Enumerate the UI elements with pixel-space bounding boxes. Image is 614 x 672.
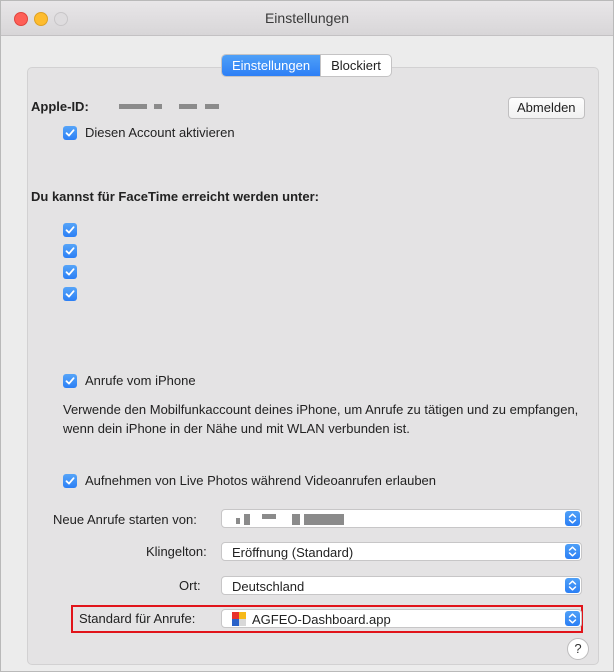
iphone-calls-label: Anrufe vom iPhone (85, 373, 196, 388)
checkmark-icon (65, 226, 75, 234)
chevron-up-down-icon (565, 511, 580, 526)
preferences-window: Einstellungen Einstellungen Blockiert Ap… (0, 0, 614, 672)
checkmark-icon (65, 129, 75, 137)
live-photos-label: Aufnehmen von Live Photos während Videoa… (85, 473, 437, 488)
iphone-calls-checkbox[interactable] (63, 374, 77, 388)
reachable-checkbox-4[interactable] (63, 287, 77, 301)
live-photos-checkbox[interactable] (63, 474, 77, 488)
tab-blockiert[interactable]: Blockiert (320, 55, 391, 76)
ringtone-value: Eröffnung (Standard) (232, 545, 354, 560)
enable-account-checkbox[interactable] (63, 126, 77, 140)
default-calls-label: Standard für Anrufe: (79, 611, 196, 626)
checkmark-icon (65, 268, 75, 276)
chevron-up-down-icon (565, 611, 580, 626)
enable-account-label: Diesen Account aktivieren (85, 125, 235, 140)
location-label: Ort: (179, 578, 201, 593)
start-calls-label: Neue Anrufe starten von: (53, 512, 197, 527)
start-calls-select[interactable] (221, 509, 582, 528)
agfeo-app-icon (232, 612, 246, 626)
location-value: Deutschland (232, 579, 305, 594)
ringtone-label: Klingelton: (146, 544, 207, 559)
reachable-checkbox-1[interactable] (63, 223, 77, 237)
reachable-checkbox-3[interactable] (63, 265, 77, 279)
title-bar: Einstellungen (1, 1, 613, 36)
checkmark-icon (65, 290, 75, 298)
chevron-up-down-icon (565, 544, 580, 559)
iphone-calls-description: Verwende den Mobilfunkaccount deines iPh… (63, 402, 579, 436)
reachable-checkbox-2[interactable] (63, 244, 77, 258)
reachable-heading: Du kannst für FaceTime erreicht werden u… (31, 189, 319, 204)
ringtone-select[interactable]: Eröffnung (Standard) (221, 542, 582, 561)
location-select[interactable]: Deutschland (221, 576, 582, 595)
chevron-up-down-icon (565, 578, 580, 593)
default-calls-value: AGFEO-Dashboard.app (252, 612, 391, 627)
tab-bar: Einstellungen Blockiert (221, 54, 392, 77)
default-calls-select[interactable]: AGFEO-Dashboard.app (221, 609, 582, 628)
window-title: Einstellungen (264, 10, 350, 26)
help-button[interactable]: ? (567, 638, 589, 660)
checkmark-icon (65, 477, 75, 485)
checkmark-icon (65, 377, 75, 385)
signout-button[interactable]: Abmelden (508, 97, 585, 119)
checkmark-icon (65, 247, 75, 255)
apple-id-label: Apple-ID: (31, 99, 89, 114)
tab-einstellungen[interactable]: Einstellungen (222, 55, 321, 76)
